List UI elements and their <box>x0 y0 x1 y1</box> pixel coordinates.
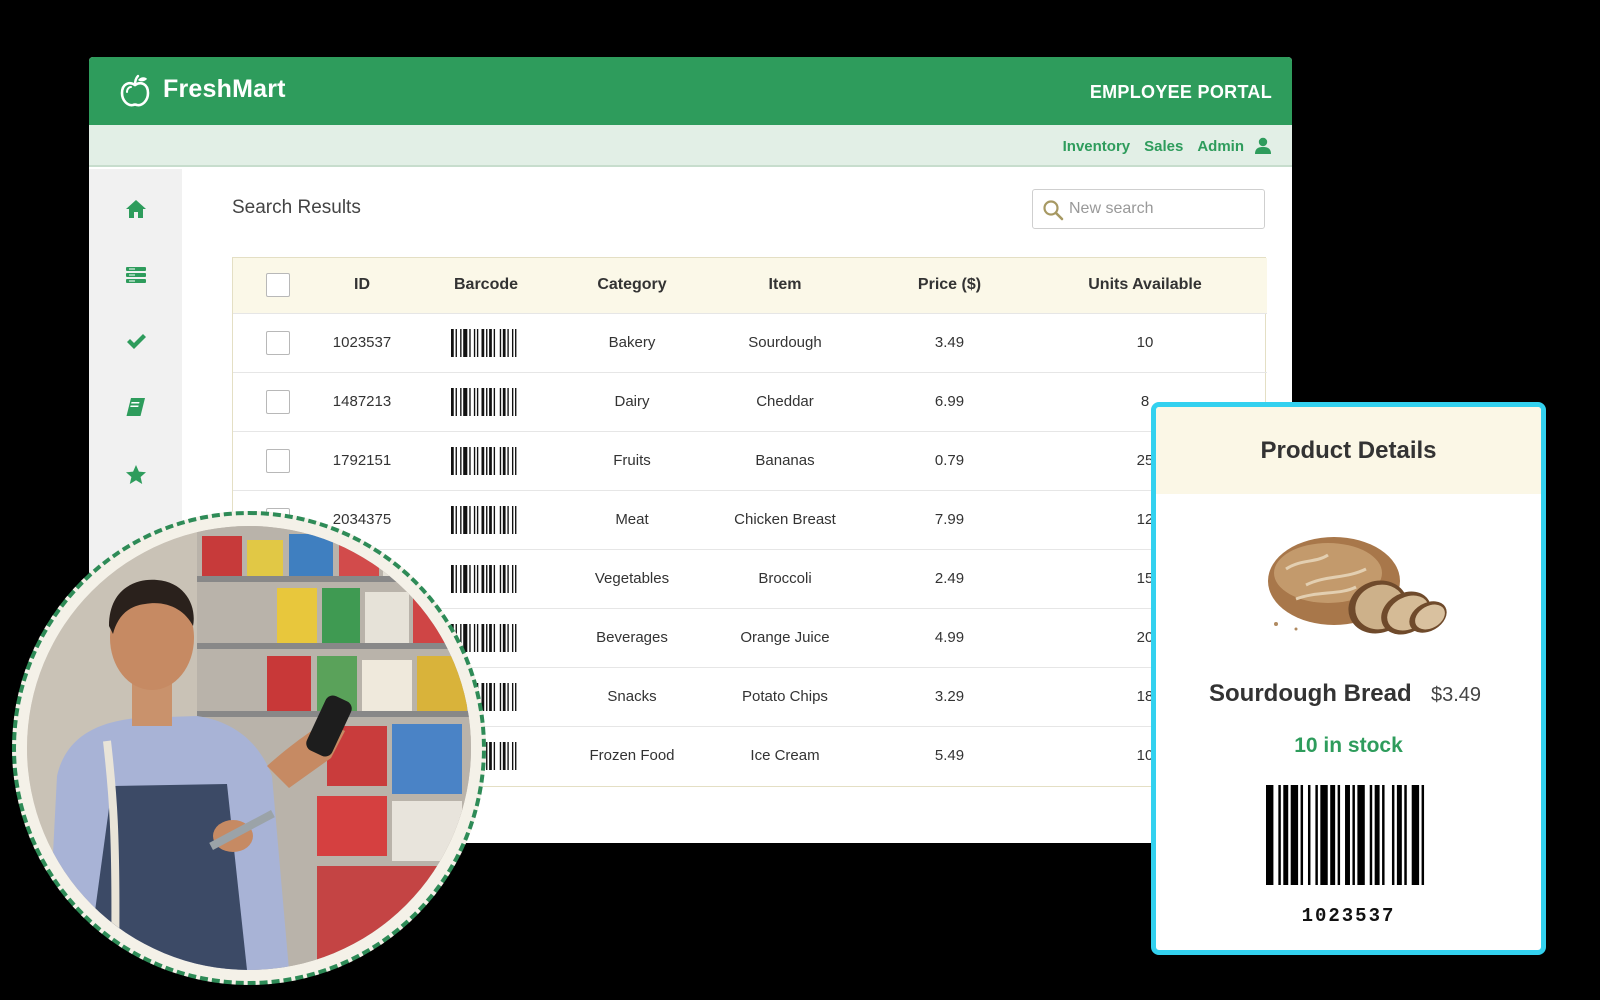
table-header-row: ID Barcode Category Item Price ($) Units… <box>233 258 1267 313</box>
cell-units: 10 <box>1136 334 1154 351</box>
product-name: Sourdough Bread <box>1209 680 1412 707</box>
cell-barcode <box>402 313 570 372</box>
cell-item: Broccoli <box>758 570 812 587</box>
row-checkbox[interactable] <box>265 448 290 473</box>
stock-status: 10 in stock <box>1294 734 1403 757</box>
sidebar-item-catalog[interactable] <box>89 385 182 429</box>
cell-id: 1792151 <box>332 452 392 469</box>
product-price: $3.49 <box>1431 684 1482 706</box>
table-row[interactable]: 1487213 Dairy Cheddar 6.99 8 <box>233 372 1267 431</box>
cell-price: 5.49 <box>934 747 965 765</box>
column-header-category[interactable]: Category <box>570 258 694 313</box>
cell-item: Ice Cream <box>750 747 820 765</box>
row-checkbox[interactable] <box>265 389 290 414</box>
column-header-barcode[interactable]: Barcode <box>402 258 570 313</box>
sub-navigation: Inventory Sales Admin <box>89 125 1292 167</box>
select-all-checkbox[interactable] <box>265 273 290 298</box>
sidebar-item-tasks[interactable] <box>89 319 182 363</box>
cell-item: Bananas <box>755 452 815 469</box>
apple-logo-icon <box>120 74 150 107</box>
search-box[interactable] <box>1032 189 1265 229</box>
cell-category: Frozen Food <box>589 747 675 765</box>
cell-price: 0.79 <box>934 452 965 469</box>
top-bar: FreshMart EMPLOYEE PORTAL <box>89 57 1292 125</box>
cell-price: 3.49 <box>934 334 965 351</box>
column-header-price[interactable]: Price ($) <box>876 258 1023 313</box>
cell-price: 7.99 <box>934 511 965 528</box>
barcode-icon <box>451 387 517 416</box>
book-icon <box>126 398 145 416</box>
user-icon[interactable] <box>1254 137 1272 155</box>
product-barcode-number: 1023537 <box>1301 905 1396 927</box>
row-checkbox[interactable] <box>265 330 290 355</box>
column-header-id[interactable]: ID <box>322 258 402 313</box>
cell-category: Fruits <box>613 452 651 469</box>
home-icon <box>125 200 146 218</box>
table-row[interactable]: 1023537 Bakery Sourdough 3.49 10 <box>233 313 1267 372</box>
page-title: Search Results <box>232 197 361 218</box>
cell-category: Dairy <box>614 393 650 410</box>
barcode-icon <box>451 328 517 357</box>
cell-category: Bakery <box>608 334 656 351</box>
product-details-header: Product Details <box>1156 407 1541 494</box>
cell-barcode <box>402 431 570 490</box>
cell-price: 3.29 <box>934 688 965 705</box>
search-input[interactable] <box>1069 194 1254 224</box>
cell-item: Cheddar <box>756 393 814 410</box>
barcode-icon <box>451 446 517 475</box>
cell-category: Meat <box>615 511 649 528</box>
nav-link-inventory[interactable]: Inventory <box>1063 138 1131 155</box>
star-icon <box>125 465 146 484</box>
check-icon <box>126 334 146 349</box>
column-header-item[interactable]: Item <box>694 258 876 313</box>
sidebar-item-list[interactable] <box>89 253 182 297</box>
portal-label: EMPLOYEE PORTAL <box>1089 82 1272 102</box>
product-barcode-icon <box>1266 785 1425 885</box>
table-row[interactable]: 2034375 Meat Chicken Breast 7.99 12 <box>233 490 1267 549</box>
product-details-panel: Product Details Sourdough Bread $3.49 10… <box>1151 402 1546 955</box>
nav-link-sales[interactable]: Sales <box>1144 138 1183 155</box>
barcode-icon <box>451 505 517 534</box>
cell-item: Sourdough <box>748 334 822 351</box>
column-header-units[interactable]: Units Available <box>1023 258 1267 313</box>
brand-name: FreshMart <box>163 75 286 103</box>
cell-barcode <box>402 490 570 549</box>
employee-scanning-photo <box>12 511 486 985</box>
cell-price: 6.99 <box>934 393 965 410</box>
list-icon <box>125 267 146 283</box>
cell-item: Orange Juice <box>740 629 830 646</box>
table-row[interactable]: 1792151 Fruits Bananas 0.79 25 <box>233 431 1267 490</box>
cell-item: Potato Chips <box>742 688 828 705</box>
cell-price: 2.49 <box>934 570 965 587</box>
bread-image <box>1268 537 1447 635</box>
sidebar-item-home[interactable] <box>89 187 182 231</box>
sidebar-item-favorites[interactable] <box>89 453 182 497</box>
cell-category: Snacks <box>607 688 657 705</box>
cell-id: 1023537 <box>332 334 392 351</box>
cell-id: 1487213 <box>332 393 392 410</box>
search-icon <box>1043 200 1064 221</box>
cell-item: Chicken Breast <box>734 511 836 528</box>
store-worker-image <box>27 526 471 970</box>
cell-barcode <box>402 372 570 431</box>
nav-link-admin[interactable]: Admin <box>1197 138 1244 155</box>
cell-category: Beverages <box>596 629 668 646</box>
cell-category: Vegetables <box>594 570 670 587</box>
cell-price: 4.99 <box>934 629 965 646</box>
barcode-icon <box>451 564 517 593</box>
